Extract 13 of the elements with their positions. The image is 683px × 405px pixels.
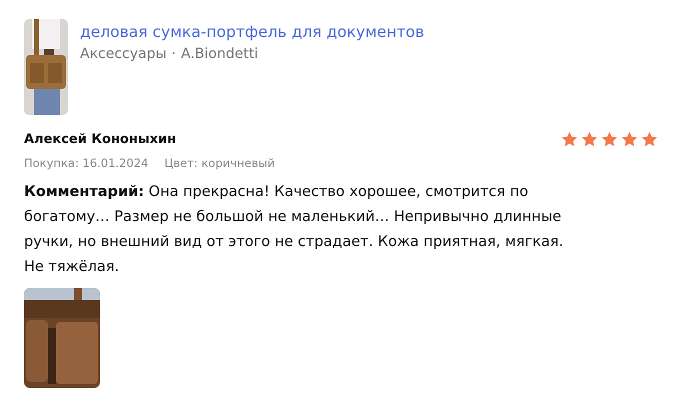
category-link[interactable]: Аксессуары [80, 46, 167, 62]
author-name: Алексей Кононыхин [24, 132, 176, 147]
star-icon [641, 131, 658, 148]
star-icon [621, 131, 638, 148]
review-comment: Комментарий: Она прекрасна! Качество хорошее, смотрится по богатому… Размер не большой не маленький… Непривычно длинные ручки, но внешний вид от этого не страдает. Кожа приятная, мягкая. Не тяжёлая. [24, 183, 564, 277]
star-icon [581, 131, 598, 148]
separator: · [172, 46, 176, 62]
brand-link[interactable]: A.Biondetti [181, 46, 258, 62]
item-color: Цвет: коричневый [164, 156, 275, 170]
product-title-link[interactable]: деловая сумка-портфель для документов [80, 21, 424, 43]
star-icon [561, 131, 578, 148]
purchase-date: Покупка: 16.01.2024 [24, 156, 148, 170]
star-icon [601, 131, 618, 148]
